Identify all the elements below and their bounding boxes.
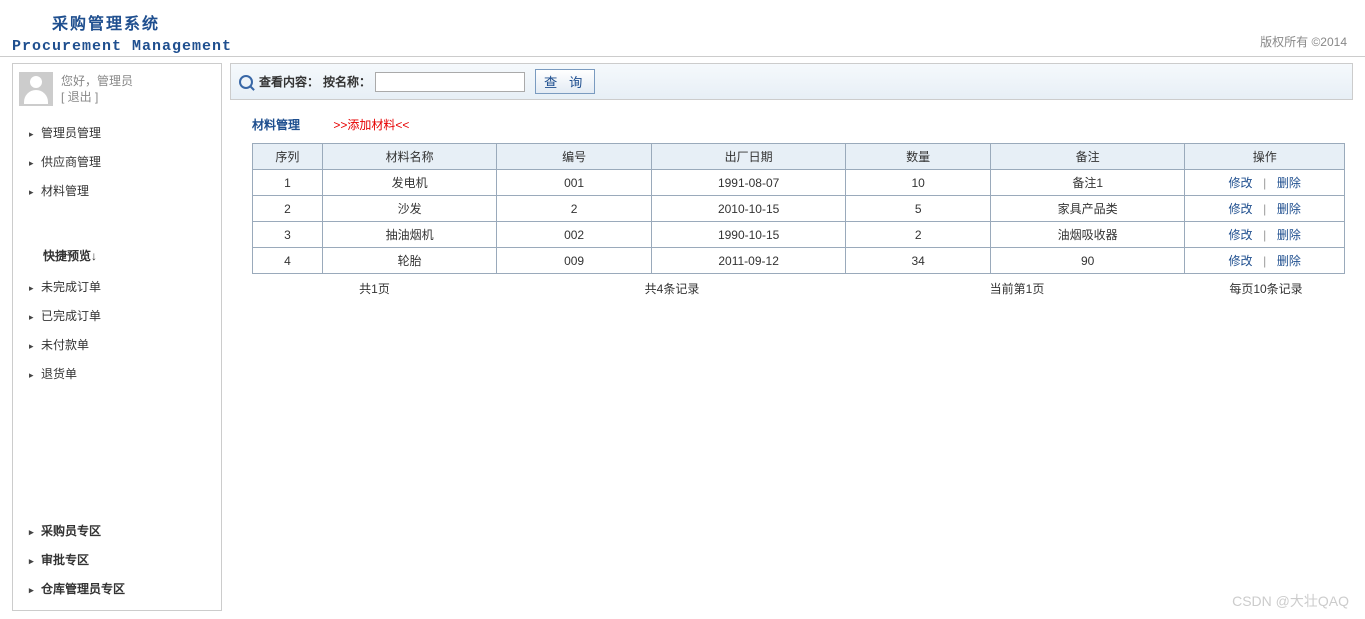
cell-note: 油烟吸收器 bbox=[990, 222, 1184, 248]
avatar-icon bbox=[19, 72, 53, 106]
search-mode: 按名称： bbox=[323, 73, 371, 90]
edit-link[interactable]: 修改 bbox=[1224, 202, 1256, 216]
cell-name: 抽油烟机 bbox=[322, 222, 496, 248]
column-header: 出厂日期 bbox=[651, 144, 845, 170]
sidebar-item[interactable]: 供应商管理 bbox=[43, 147, 221, 176]
materials-table: 序列材料名称编号出厂日期数量备注操作 1发电机0011991-08-0710备注… bbox=[252, 143, 1345, 274]
cell-date: 1991-08-07 bbox=[651, 170, 845, 196]
column-header: 编号 bbox=[497, 144, 652, 170]
column-header: 操作 bbox=[1185, 144, 1345, 170]
cell-ops: 修改 | 删除 bbox=[1185, 170, 1345, 196]
delete-link[interactable]: 删除 bbox=[1273, 228, 1305, 242]
table-row: 2沙发22010-10-155家具产品类修改 | 删除 bbox=[253, 196, 1345, 222]
breadcrumb-category[interactable]: 材料管理 bbox=[252, 118, 300, 132]
column-header: 材料名称 bbox=[322, 144, 496, 170]
sidebar-item[interactable]: 采购员专区 bbox=[43, 516, 221, 545]
summary-records: 共4条记录 bbox=[497, 280, 847, 297]
cell-note: 备注1 bbox=[990, 170, 1184, 196]
summary-pages: 共1页 bbox=[252, 280, 497, 297]
sidebar-item[interactable]: 仓库管理员专区 bbox=[43, 574, 221, 603]
cell-date: 2011-09-12 bbox=[651, 248, 845, 274]
app-title-cn: 采购管理系统 bbox=[12, 0, 1365, 34]
delete-link[interactable]: 删除 bbox=[1273, 176, 1305, 190]
cell-qty: 2 bbox=[846, 222, 991, 248]
summary-perpage: 每页10条记录 bbox=[1187, 280, 1345, 297]
search-input[interactable] bbox=[375, 72, 525, 92]
cell-date: 1990-10-15 bbox=[651, 222, 845, 248]
cell-name: 发电机 bbox=[322, 170, 496, 196]
cell-code: 002 bbox=[497, 222, 652, 248]
sidebar-item[interactable]: 退货单 bbox=[43, 359, 221, 388]
cell-note: 家具产品类 bbox=[990, 196, 1184, 222]
add-material-link[interactable]: >>添加材料<< bbox=[333, 118, 409, 132]
quick-preview-heading: 快捷预览↓ bbox=[13, 239, 221, 268]
cell-note: 90 bbox=[990, 248, 1184, 274]
edit-link[interactable]: 修改 bbox=[1224, 254, 1256, 268]
copyright: 版权所有 ©2014 bbox=[1260, 33, 1347, 50]
logout-link[interactable]: [ 退出 ] bbox=[61, 89, 133, 105]
edit-link[interactable]: 修改 bbox=[1224, 228, 1256, 242]
cell-qty: 5 bbox=[846, 196, 991, 222]
column-header: 序列 bbox=[253, 144, 323, 170]
cell-seq: 3 bbox=[253, 222, 323, 248]
search-label: 查看内容： bbox=[259, 73, 319, 90]
cell-ops: 修改 | 删除 bbox=[1185, 248, 1345, 274]
sidebar: 您好，管理员 [ 退出 ] 管理员管理供应商管理材料管理 快捷预览↓ 未完成订单… bbox=[12, 63, 222, 611]
delete-link[interactable]: 删除 bbox=[1273, 254, 1305, 268]
delete-link[interactable]: 删除 bbox=[1273, 202, 1305, 216]
sidebar-item[interactable]: 已完成订单 bbox=[43, 301, 221, 330]
cell-ops: 修改 | 删除 bbox=[1185, 196, 1345, 222]
sidebar-item[interactable]: 审批专区 bbox=[43, 545, 221, 574]
cell-code: 2 bbox=[497, 196, 652, 222]
cell-seq: 2 bbox=[253, 196, 323, 222]
cell-qty: 10 bbox=[846, 170, 991, 196]
column-header: 备注 bbox=[990, 144, 1184, 170]
sidebar-item[interactable]: 未完成订单 bbox=[43, 272, 221, 301]
cell-qty: 34 bbox=[846, 248, 991, 274]
edit-link[interactable]: 修改 bbox=[1224, 176, 1256, 190]
table-row: 3抽油烟机0021990-10-152油烟吸收器修改 | 删除 bbox=[253, 222, 1345, 248]
cell-name: 轮胎 bbox=[322, 248, 496, 274]
sidebar-item[interactable]: 材料管理 bbox=[43, 176, 221, 205]
cell-code: 001 bbox=[497, 170, 652, 196]
column-header: 数量 bbox=[846, 144, 991, 170]
query-button[interactable]: 查 询 bbox=[535, 69, 595, 94]
table-row: 1发电机0011991-08-0710备注1修改 | 删除 bbox=[253, 170, 1345, 196]
user-role: 管理员 bbox=[97, 74, 133, 88]
cell-ops: 修改 | 删除 bbox=[1185, 222, 1345, 248]
cell-seq: 4 bbox=[253, 248, 323, 274]
sidebar-item[interactable]: 未付款单 bbox=[43, 330, 221, 359]
table-row: 4轮胎0092011-09-123490修改 | 删除 bbox=[253, 248, 1345, 274]
cell-date: 2010-10-15 bbox=[651, 196, 845, 222]
cell-seq: 1 bbox=[253, 170, 323, 196]
app-title-en: Procurement Management bbox=[12, 38, 1365, 55]
cell-code: 009 bbox=[497, 248, 652, 274]
sidebar-item[interactable]: 管理员管理 bbox=[43, 118, 221, 147]
summary-current: 当前第1页 bbox=[847, 280, 1187, 297]
search-bar: 查看内容： 按名称： 查 询 bbox=[230, 63, 1353, 100]
cell-name: 沙发 bbox=[322, 196, 496, 222]
search-icon bbox=[239, 75, 253, 89]
greeting: 您好， bbox=[61, 74, 97, 88]
